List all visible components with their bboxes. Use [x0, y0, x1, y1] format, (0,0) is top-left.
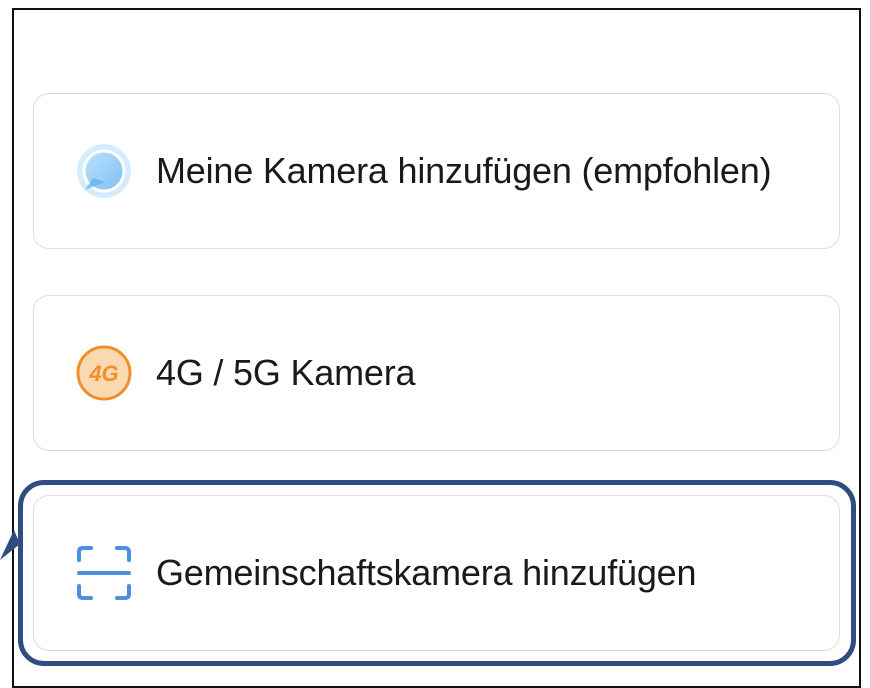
- 4g-5g-camera-option[interactable]: 4G 4G / 5G Kamera: [33, 295, 840, 451]
- option-label: Gemeinschaftskamera hinzufügen: [156, 552, 697, 593]
- 4g-badge-text: 4G: [88, 361, 118, 386]
- 4g-badge-icon: 4G: [74, 343, 134, 403]
- scan-frame-icon: [74, 543, 134, 603]
- camera-lens-icon: [74, 141, 134, 201]
- add-shared-camera-option[interactable]: Gemeinschaftskamera hinzufügen: [33, 495, 840, 651]
- option-label: 4G / 5G Kamera: [156, 352, 416, 393]
- add-my-camera-option[interactable]: Meine Kamera hinzufügen (empfohlen): [33, 93, 840, 249]
- option-label: Meine Kamera hinzufügen (empfohlen): [156, 150, 772, 191]
